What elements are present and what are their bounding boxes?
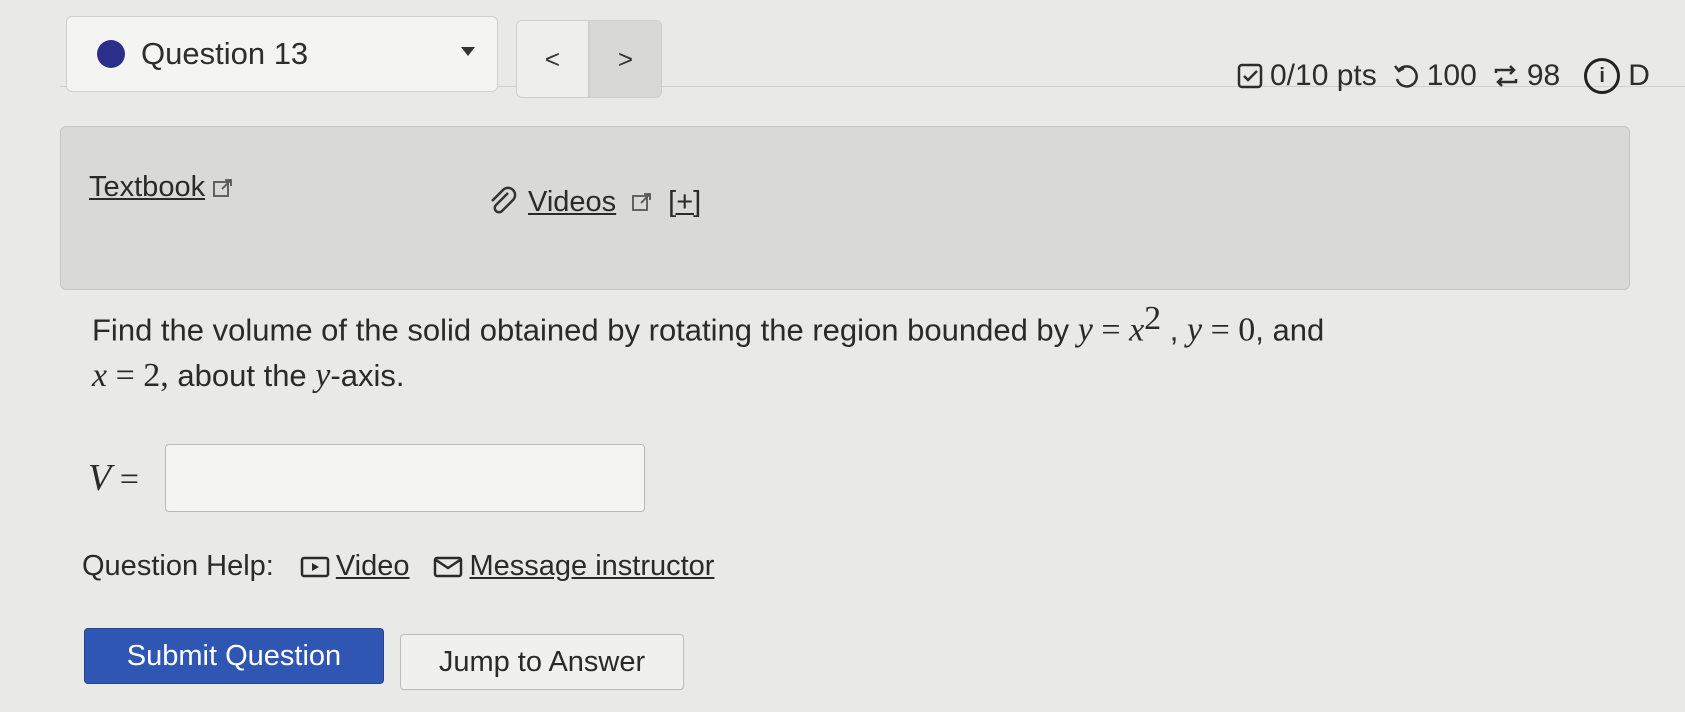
question-stats: 0/10 pts 100 98 i D — [1236, 58, 1650, 94]
help-video-link[interactable]: Video — [300, 550, 410, 583]
answer-row: V = — [88, 444, 645, 512]
question-help: Question Help: Video Message instructor — [82, 550, 738, 583]
videos-link-label: Videos — [528, 185, 617, 218]
math-op: = — [107, 357, 144, 395]
truncated-stat-text: D — [1628, 59, 1650, 92]
answer-equals: = — [111, 461, 139, 498]
attempts-stat: 98 — [1491, 59, 1560, 93]
submit-question-button[interactable]: Submit Question — [84, 628, 384, 684]
repeat-icon — [1494, 65, 1518, 87]
points-value: 0/10 pts — [1270, 59, 1377, 92]
math-exponent: 2 — [1144, 300, 1162, 337]
math-var: y — [1187, 311, 1203, 349]
points-stat: 0/10 pts — [1236, 59, 1377, 93]
math-var: y — [1077, 311, 1093, 349]
external-link-icon — [632, 193, 652, 211]
checkbox-icon — [1237, 63, 1263, 89]
previous-question-button[interactable]: < — [516, 20, 589, 98]
play-video-icon — [300, 556, 330, 577]
caret-down-icon — [461, 47, 475, 56]
retries-value: 100 — [1426, 59, 1477, 92]
answer-input[interactable] — [164, 444, 645, 512]
paperclip-icon — [491, 186, 517, 214]
expand-videos-toggle[interactable]: [+] — [668, 186, 701, 219]
math-number: 0 — [1238, 311, 1256, 349]
math-var: x — [1129, 311, 1145, 349]
math-separator: , — [1161, 312, 1187, 348]
attempts-value: 98 — [1526, 59, 1561, 92]
question-nav-buttons: < > — [516, 20, 662, 98]
answer-label: V = — [88, 456, 139, 500]
next-question-button[interactable]: > — [589, 20, 662, 98]
question-selector[interactable]: Question 13 — [66, 16, 498, 92]
question-status-dot — [97, 40, 125, 68]
textbook-link[interactable]: Textbook — [89, 171, 235, 204]
resources-panel: Textbook Videos [+] — [60, 126, 1630, 290]
question-text-part: -axis. — [330, 358, 405, 394]
math-op: = — [1092, 311, 1130, 349]
math-separator: , and — [1255, 312, 1325, 348]
math-var: y — [315, 357, 331, 395]
videos-link[interactable]: Videos [+] — [486, 185, 701, 219]
help-video-label: Video — [335, 550, 410, 582]
math-op: = — [1202, 311, 1239, 349]
retries-stat: 100 — [1391, 59, 1477, 93]
question-text-part: about the — [168, 358, 316, 394]
jump-to-answer-button[interactable]: Jump to Answer — [400, 634, 684, 690]
question-text-part: Find the volume of the solid obtained by… — [92, 312, 1078, 348]
external-link-icon — [213, 178, 232, 197]
textbook-link-label: Textbook — [89, 171, 206, 203]
math-var: x — [92, 357, 108, 395]
question-text: Find the volume of the solid obtained by… — [92, 296, 1612, 399]
question-help-label: Question Help: — [82, 550, 274, 582]
question-selector-label: Question 13 — [141, 36, 309, 71]
undo-icon — [1393, 65, 1418, 88]
message-instructor-label: Message instructor — [469, 550, 715, 582]
info-icon[interactable]: i — [1584, 58, 1621, 94]
math-number: 2, — [143, 357, 169, 395]
message-instructor-link[interactable]: Message instructor — [433, 550, 714, 583]
envelope-icon — [434, 556, 463, 577]
answer-variable: V — [88, 457, 112, 499]
